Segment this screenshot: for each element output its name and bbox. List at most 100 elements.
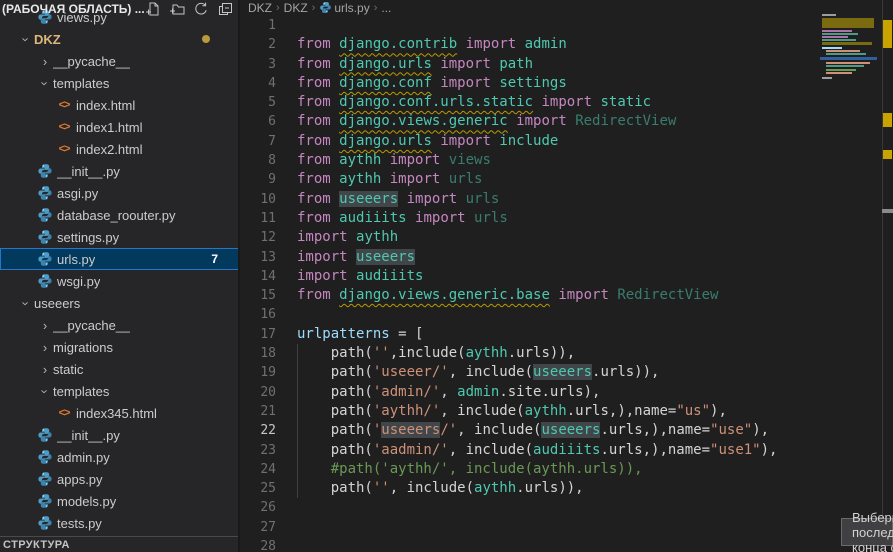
code-text[interactable]: path('aadmin/', include(audiiits.urls,),… (297, 441, 777, 460)
code-text[interactable]: path('useeers/', include(useeers.urls,),… (297, 421, 769, 440)
line-number[interactable]: 11 (242, 209, 276, 228)
code-line-10[interactable]: 10from useeers import urls (242, 190, 877, 209)
overview-ruler[interactable] (882, 0, 893, 552)
code-line-11[interactable]: 11 from audiiits import urls (242, 209, 877, 228)
chevron-down-icon[interactable]: › (38, 75, 53, 91)
tree-item-__init__.py[interactable]: __init__.py (0, 424, 240, 446)
breadcrumb-item-...[interactable]: ... (381, 1, 391, 15)
tree-item-asgi.py[interactable]: asgi.py (0, 182, 240, 204)
code-line-15[interactable]: 15 from django.views.generic.base import … (242, 286, 877, 305)
minimap[interactable] (820, 14, 877, 84)
code-text[interactable]: import audiiits (297, 267, 423, 286)
code-text[interactable]: from django.urls import path (297, 55, 533, 74)
line-number[interactable]: 8 (242, 151, 276, 170)
code-text[interactable]: from audiiits import urls (297, 209, 508, 228)
tree-item-settings.py[interactable]: settings.py (0, 226, 240, 248)
line-number[interactable]: 21 (242, 402, 276, 421)
code-line-23[interactable]: 23 path('aadmin/', include(audiiits.urls… (242, 441, 877, 460)
line-number[interactable]: 15 (242, 286, 276, 305)
code-line-12[interactable]: 12 import aythh (242, 228, 877, 247)
code-line-5[interactable]: 5from django.conf.urls.static import sta… (242, 93, 877, 112)
breadcrumb-item-DKZ[interactable]: DKZ (248, 1, 272, 15)
code-text[interactable]: from django.views.generic import Redirec… (297, 112, 676, 131)
code-text[interactable]: path('',include(aythh.urls)), (297, 344, 575, 363)
code-line-18[interactable]: 18 path('',include(aythh.urls)), (242, 344, 877, 363)
code-text[interactable]: import aythh (297, 228, 398, 247)
chevron-right-icon[interactable]: › (37, 362, 53, 377)
new-folder-icon[interactable] (169, 1, 185, 17)
line-number[interactable]: 6 (242, 112, 276, 131)
tree-item-__pycache__[interactable]: ›__pycache__ (0, 314, 240, 336)
line-number[interactable]: 20 (242, 383, 276, 402)
code-line-24[interactable]: 24 #path('aythh/', include(aythh.urls)), (242, 460, 877, 479)
collapse-all-icon[interactable] (217, 1, 233, 17)
line-number[interactable]: 28 (242, 537, 276, 552)
code-text[interactable]: from aythh import views (297, 151, 491, 170)
line-number[interactable]: 26 (242, 498, 276, 517)
code-line-16[interactable]: 16 (242, 305, 877, 324)
line-number[interactable]: 13 (242, 248, 276, 267)
code-line-6[interactable]: 6 from django.views.generic import Redire… (242, 112, 877, 131)
chevron-down-icon[interactable]: › (19, 295, 34, 311)
code-text[interactable]: path('useeer/', include(useeers.urls)), (297, 363, 659, 382)
tree-item-apps.py[interactable]: apps.py (0, 468, 240, 490)
line-number[interactable]: 2 (242, 35, 276, 54)
tree-item-migrations[interactable]: ›migrations (0, 336, 240, 358)
code-line-7[interactable]: 7from django.urls import include (242, 132, 877, 151)
code-text[interactable]: urlpatterns = [ (297, 325, 423, 344)
tree-item-useeers[interactable]: ›useeers (0, 292, 240, 314)
line-number[interactable]: 19 (242, 363, 276, 382)
line-number[interactable]: 24 (242, 460, 276, 479)
line-number[interactable]: 27 (242, 518, 276, 537)
code-line-14[interactable]: 14import audiiits (242, 267, 877, 286)
tree-item-urls.py[interactable]: urls.py7 (0, 248, 240, 270)
code-text[interactable]: from django.views.generic.base import Re… (297, 286, 718, 305)
tree-item-index.html[interactable]: <>index.html (0, 94, 240, 116)
tree-item-index2.html[interactable]: <>index2.html (0, 138, 240, 160)
code-line-19[interactable]: 19 path('useeer/', include(useeers.urls)… (242, 363, 877, 382)
line-number[interactable]: 16 (242, 305, 276, 324)
line-number[interactable]: 22 (242, 421, 276, 440)
refresh-icon[interactable] (193, 1, 209, 17)
code-line-21[interactable]: 21 path('aythh/', include(aythh.urls,),n… (242, 402, 877, 421)
code-line-8[interactable]: 8 from aythh import views (242, 151, 877, 170)
tree-item-index345.html[interactable]: <>index345.html (0, 402, 240, 424)
code-line-26[interactable]: 26 (242, 498, 877, 517)
code-line-20[interactable]: 20 path('admin/', admin.site.urls), (242, 383, 877, 402)
new-file-icon[interactable] (145, 1, 161, 17)
code-line-9[interactable]: 9from aythh import urls (242, 170, 877, 189)
code-line-25[interactable]: 25 path('', include(aythh.urls)), (242, 479, 877, 498)
code-text[interactable]: path('aythh/', include(aythh.urls,),name… (297, 402, 727, 421)
outline-section-header[interactable]: СТРУКТУРА (0, 536, 240, 552)
code-line-27[interactable]: 27 (242, 518, 877, 537)
code-text[interactable]: from useeers import urls (297, 190, 499, 209)
code-line-17[interactable]: 17 urlpatterns = [ (242, 325, 877, 344)
tree-item-admin.py[interactable]: admin.py (0, 446, 240, 468)
tree-item-wsgi.py[interactable]: wsgi.py (0, 270, 240, 292)
code-line-3[interactable]: 3 from django.urls import path (242, 55, 877, 74)
line-number[interactable]: 5 (242, 93, 276, 112)
chevron-right-icon[interactable]: › (37, 54, 53, 69)
tree-item-__pycache__[interactable]: ›__pycache__ (0, 50, 240, 72)
line-number[interactable]: 7 (242, 132, 276, 151)
chevron-down-icon[interactable]: › (38, 383, 53, 399)
tree-item-index1.html[interactable]: <>index1.html (0, 116, 240, 138)
code-text[interactable]: path('admin/', admin.site.urls), (297, 383, 600, 402)
code-area[interactable]: 12 from django.contrib import admin 3 from … (242, 16, 877, 552)
tree-item-templates[interactable]: ›templates (0, 380, 240, 402)
line-number[interactable]: 1 (242, 16, 276, 35)
code-line-4[interactable]: 4from django.conf import settings (242, 74, 877, 93)
breadcrumb-item-urls.py[interactable]: urls.py (319, 1, 369, 15)
line-number[interactable]: 12 (242, 228, 276, 247)
line-number[interactable]: 4 (242, 74, 276, 93)
line-number[interactable]: 23 (242, 441, 276, 460)
line-number[interactable]: 18 (242, 344, 276, 363)
tree-item-tests.py[interactable]: tests.py (0, 512, 240, 534)
line-number[interactable]: 3 (242, 55, 276, 74)
code-line-13[interactable]: 13 import useeers (242, 248, 877, 267)
line-number[interactable]: 17 (242, 325, 276, 344)
code-text[interactable]: import useeers (297, 248, 415, 267)
code-text[interactable]: from django.contrib import admin (297, 35, 567, 54)
chevron-down-icon[interactable]: › (19, 31, 34, 47)
code-text[interactable]: path('', include(aythh.urls)), (297, 479, 584, 498)
